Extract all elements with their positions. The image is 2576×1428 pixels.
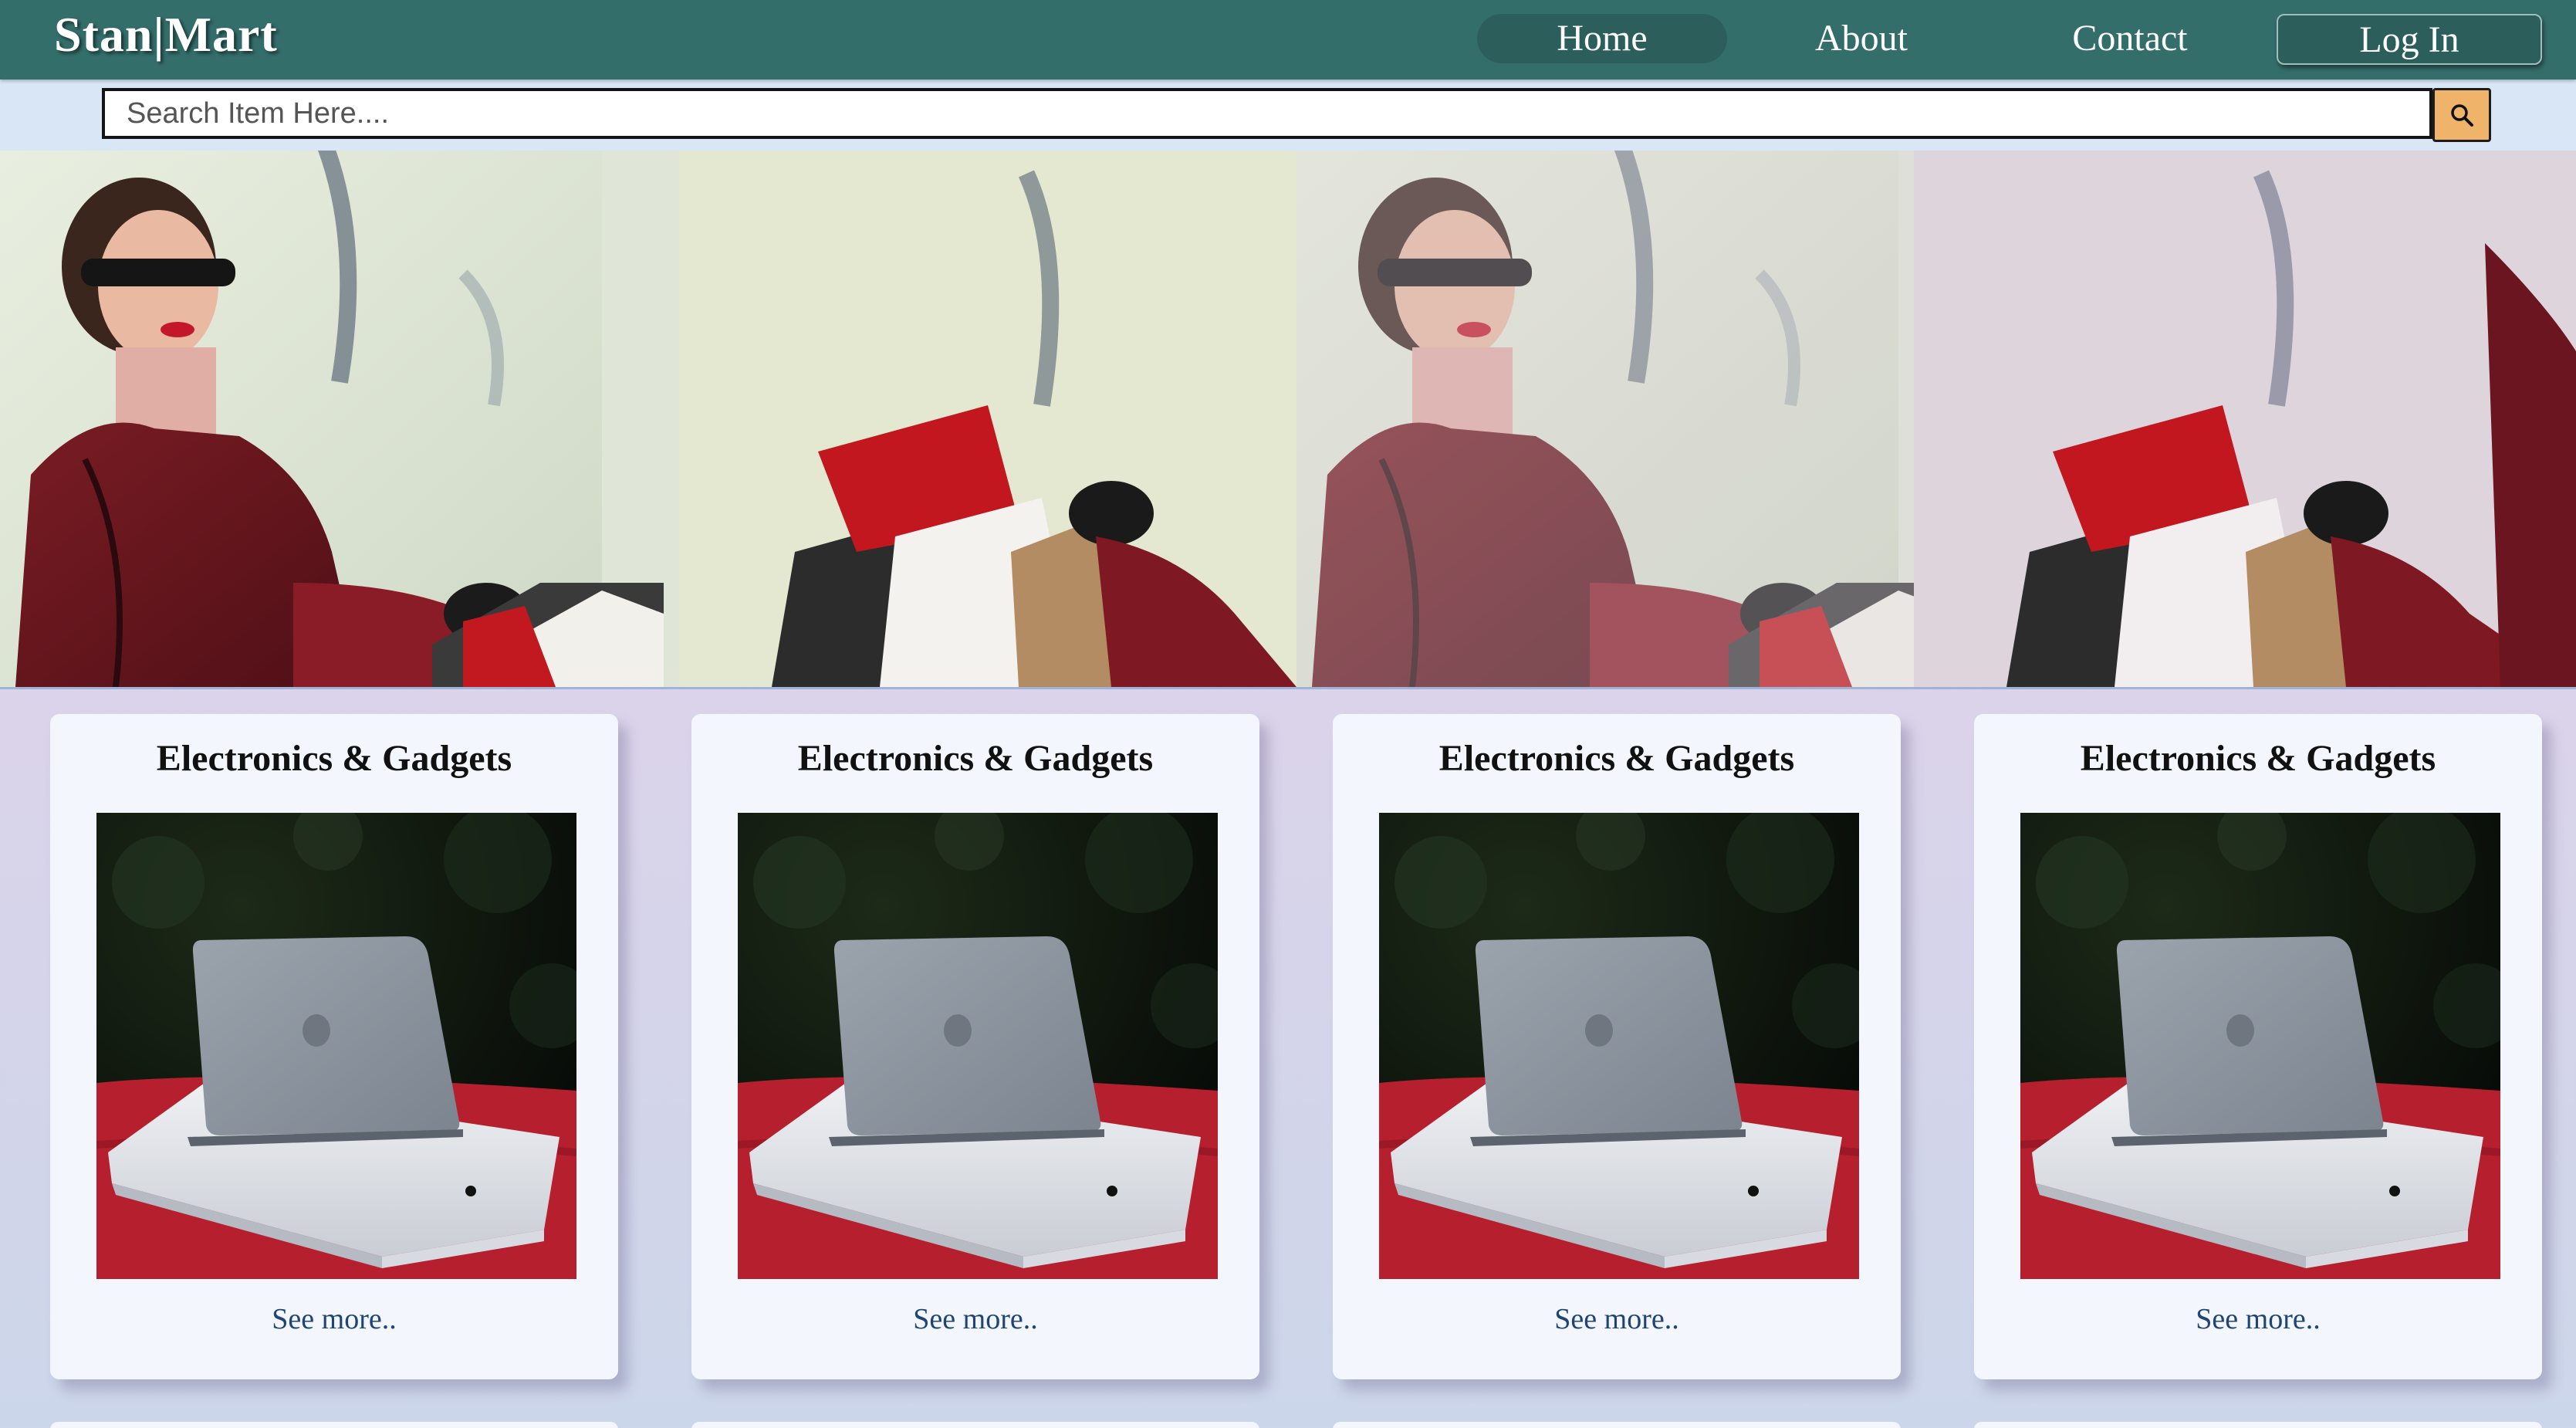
see-more-link[interactable]: See more.. <box>50 1302 618 1336</box>
next-card-row <box>691 1422 1259 1428</box>
woman-with-shopping-bags-image <box>0 151 679 687</box>
category-title: Electronics & Gadgets <box>156 738 512 779</box>
hero-banner <box>0 151 2576 689</box>
category-title: Electronics & Gadgets <box>797 738 1154 779</box>
category-title: Electronics & Gadgets <box>2080 738 2436 779</box>
search-bar <box>0 80 2576 151</box>
see-more-link[interactable]: See more.. <box>1333 1302 1901 1336</box>
search-icon <box>2451 104 2473 127</box>
woman-with-shopping-bags-image <box>1296 151 1914 687</box>
nav-about-link[interactable]: About <box>1784 14 1939 63</box>
nav-home-link[interactable]: Home <box>1477 14 1727 63</box>
login-button[interactable]: Log In <box>2277 14 2542 65</box>
category-image[interactable] <box>738 813 1218 1279</box>
nav-contact-link[interactable]: Contact <box>2053 14 2207 63</box>
see-more-link[interactable]: See more.. <box>1974 1302 2542 1336</box>
category-card: Electronics & Gadgets See more.. <box>691 714 1259 1379</box>
next-card-row <box>1974 1422 2542 1428</box>
hero-image-panel <box>0 151 679 687</box>
category-image[interactable] <box>96 813 576 1279</box>
laptop-on-box-image <box>738 813 1218 1279</box>
search-button[interactable] <box>2432 88 2491 142</box>
next-card-row <box>50 1422 618 1428</box>
shopping-bags-image <box>1914 151 2576 687</box>
brand-logo[interactable]: Stan|Mart <box>54 6 278 63</box>
see-more-link[interactable]: See more.. <box>691 1302 1259 1336</box>
category-card: Electronics & Gadgets See more.. <box>50 714 618 1379</box>
shopping-bags-image <box>679 151 1296 687</box>
category-image[interactable] <box>1379 813 1859 1279</box>
laptop-on-box-image <box>96 813 576 1279</box>
laptop-on-box-image <box>1379 813 1859 1279</box>
search-input[interactable] <box>102 88 2432 139</box>
category-image[interactable] <box>2020 813 2500 1279</box>
hero-image-panel <box>679 151 1296 687</box>
hero-image-panel <box>1914 151 2576 687</box>
category-title: Electronics & Gadgets <box>1438 738 1795 779</box>
next-card-row <box>1333 1422 1901 1428</box>
hero-image-panel <box>1296 151 1914 687</box>
category-card: Electronics & Gadgets See more.. <box>1333 714 1901 1379</box>
top-navbar: Stan|Mart Home About Contact Log In <box>0 0 2576 80</box>
laptop-on-box-image <box>2020 813 2500 1279</box>
category-card: Electronics & Gadgets See more.. <box>1974 714 2542 1379</box>
